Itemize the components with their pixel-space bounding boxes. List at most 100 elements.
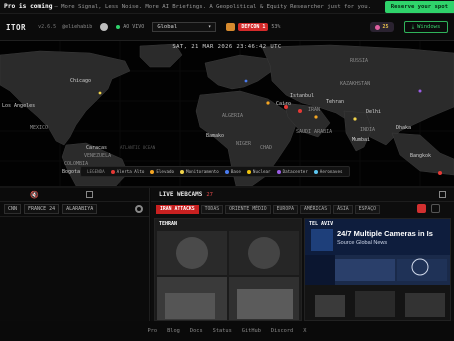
- map-label: INDIA: [360, 127, 376, 133]
- defcon-indicator[interactable]: DEFCON 1 53%: [226, 23, 280, 31]
- legend-title: LEGENDA: [87, 169, 105, 174]
- reserve-spot-button[interactable]: Reserve your spot: [384, 1, 454, 13]
- live-news-panel: 🔇 CNN FRANCE 24 ALARABIYA: [0, 188, 150, 321]
- world-map[interactable]: SAT, 21 MAR 2026 23:46:42 UTC RUSSIA KAZ…: [0, 41, 454, 186]
- map-label: RUSSIA: [350, 58, 369, 64]
- legend-item[interactable]: Base: [224, 169, 241, 174]
- webcams-count: 27: [206, 191, 213, 198]
- city-label: Bamako: [206, 133, 225, 139]
- legend-dot-icon: [110, 169, 115, 174]
- legend-item[interactable]: Aeronaves: [313, 169, 343, 174]
- legend-item[interactable]: Nuclear: [246, 169, 271, 174]
- version-label: v2.6.5: [38, 24, 57, 30]
- live-dot-icon: [116, 25, 121, 29]
- webcam-location-label: TEHRAN: [159, 221, 178, 227]
- webcam-tile-tehran[interactable]: TEHRAN: [154, 218, 302, 321]
- live-label: AO VIVO: [123, 24, 145, 30]
- map-label: ALGERIA: [222, 113, 244, 119]
- webcam-stream-source: Source Global News: [337, 240, 388, 246]
- footer-link-blog[interactable]: Blog: [167, 328, 180, 334]
- city-label: Chicago: [70, 78, 92, 84]
- tab-europe[interactable]: EUROPA: [272, 204, 298, 214]
- map-label: SAUDI ARABIA: [296, 129, 333, 135]
- footer-link-status[interactable]: Status: [213, 328, 232, 334]
- live-news-toolbar: 🔇: [0, 188, 149, 202]
- channel-tab[interactable]: FRANCE 24: [24, 204, 60, 214]
- single-view-button[interactable]: [431, 204, 440, 213]
- alerts-count: 25: [382, 24, 389, 30]
- news-channel-tabs: CNN FRANCE 24 ALARABIYA: [0, 202, 149, 217]
- alerts-counter-button[interactable]: 25: [370, 22, 394, 32]
- defcon-icon: [226, 23, 236, 31]
- tab-space[interactable]: ESPAÇO: [354, 204, 380, 214]
- footer-link-discord[interactable]: Discord: [271, 328, 293, 334]
- city-label: Los Angeles: [2, 103, 36, 109]
- footer-link-pro[interactable]: Pro: [148, 328, 158, 334]
- city-label: Cairo: [276, 101, 292, 107]
- legend-dot-icon: [246, 169, 251, 174]
- defcon-badge: DEFCON 1: [238, 23, 269, 31]
- map-label: ATLANTIC OCEAN: [120, 145, 156, 150]
- legend-item[interactable]: Alerta Alto: [110, 169, 144, 174]
- map-label: IRAN: [308, 107, 321, 113]
- map-label: NIGER: [236, 141, 252, 147]
- channel-tab[interactable]: CNN: [4, 204, 22, 214]
- fullscreen-icon[interactable]: [439, 191, 446, 198]
- live-webcams-panel: LIVE WEBCAMS 27 IRAN ATTACKS TODAS ORIEN…: [151, 188, 454, 321]
- webcam-stream-title: 24/7 Multiple Cameras in Is: [337, 229, 433, 238]
- map-label: MEXICO: [30, 125, 49, 131]
- download-icon: ⤓: [411, 23, 415, 30]
- windows-download-button[interactable]: ⤓ Windows: [404, 21, 448, 33]
- webcams-title: LIVE WEBCAMS: [159, 191, 203, 198]
- github-icon[interactable]: [100, 23, 109, 31]
- webcams-header-icons: [439, 191, 446, 198]
- region-select[interactable]: Global ▾: [152, 22, 217, 32]
- tab-all[interactable]: TODAS: [200, 204, 224, 214]
- promo-banner: Pro is coming — More Signal, Less Noise.…: [0, 0, 454, 14]
- chevron-down-icon: ▾: [208, 24, 212, 30]
- webcam-region-tabs: IRAN ATTACKS TODAS ORIENTE MÉDIO EUROPA …: [151, 202, 454, 216]
- legend-item[interactable]: Datacenter: [276, 169, 308, 174]
- site-footer: Pro Blog Docs Status GitHub Discord X: [0, 321, 454, 341]
- webcam-location-label: TEL AVIV: [309, 221, 334, 227]
- grid-view-button[interactable]: [417, 204, 426, 213]
- promo-message: — More Signal, Less Noise. More AI Brief…: [54, 3, 372, 10]
- alert-icon: [375, 24, 381, 30]
- live-indicator: AO VIVO: [116, 24, 144, 30]
- channel-tab[interactable]: ALARABIYA: [62, 204, 98, 214]
- webcam-tile-tel-aviv[interactable]: TEL AVIV 24/7 Multiple Cameras in Is Sou…: [304, 218, 451, 321]
- city-label: Bogota: [62, 169, 81, 175]
- tab-middle-east[interactable]: ORIENTE MÉDIO: [225, 204, 271, 214]
- legend-item[interactable]: Elevado: [150, 169, 174, 174]
- region-value: Global: [157, 24, 178, 30]
- webcam-grid: TEHRAN TEL AVIV 24/7 Multiple Cameras in…: [154, 218, 451, 321]
- legend-item[interactable]: Monitoramento: [180, 169, 219, 174]
- map-legend: LEGENDA Alerta Alto Elevado Monitorament…: [80, 166, 350, 177]
- webcams-header: LIVE WEBCAMS 27: [151, 188, 454, 202]
- tab-asia[interactable]: ÁSIA: [333, 204, 353, 214]
- gear-icon[interactable]: [135, 205, 143, 213]
- mute-icon[interactable]: 🔇: [30, 191, 39, 199]
- webcam-feed-image: [155, 219, 301, 320]
- footer-link-github[interactable]: GitHub: [242, 328, 261, 334]
- top-header: ITOR v2.6.5 @eliehabib AO VIVO Global ▾ …: [0, 14, 454, 41]
- city-label: Istanbul: [290, 93, 315, 99]
- legend-dot-icon: [224, 169, 229, 174]
- city-label: Tehran: [326, 99, 345, 105]
- tab-americas[interactable]: AMÉRICAS: [299, 204, 332, 214]
- map-label: CHAD: [260, 145, 273, 151]
- map-label: KAZAKHSTAN: [340, 81, 371, 87]
- tab-iran-attacks[interactable]: IRAN ATTACKS: [156, 204, 199, 214]
- legend-dot-icon: [313, 169, 318, 174]
- app-brand[interactable]: ITOR: [6, 23, 26, 32]
- fullscreen-icon[interactable]: [86, 191, 93, 198]
- promo-title: Pro is coming: [4, 3, 53, 10]
- utc-clock: SAT, 21 MAR 2026 23:46:42 UTC: [172, 44, 282, 50]
- windows-label: Windows: [417, 24, 441, 30]
- author-handle[interactable]: @eliehabib: [62, 24, 92, 30]
- city-label: Mumbai: [352, 137, 371, 143]
- city-label: Dhaka: [396, 125, 412, 131]
- footer-link-docs[interactable]: Docs: [190, 328, 203, 334]
- city-label: Caracas: [86, 145, 108, 151]
- footer-link-x[interactable]: X: [303, 328, 306, 334]
